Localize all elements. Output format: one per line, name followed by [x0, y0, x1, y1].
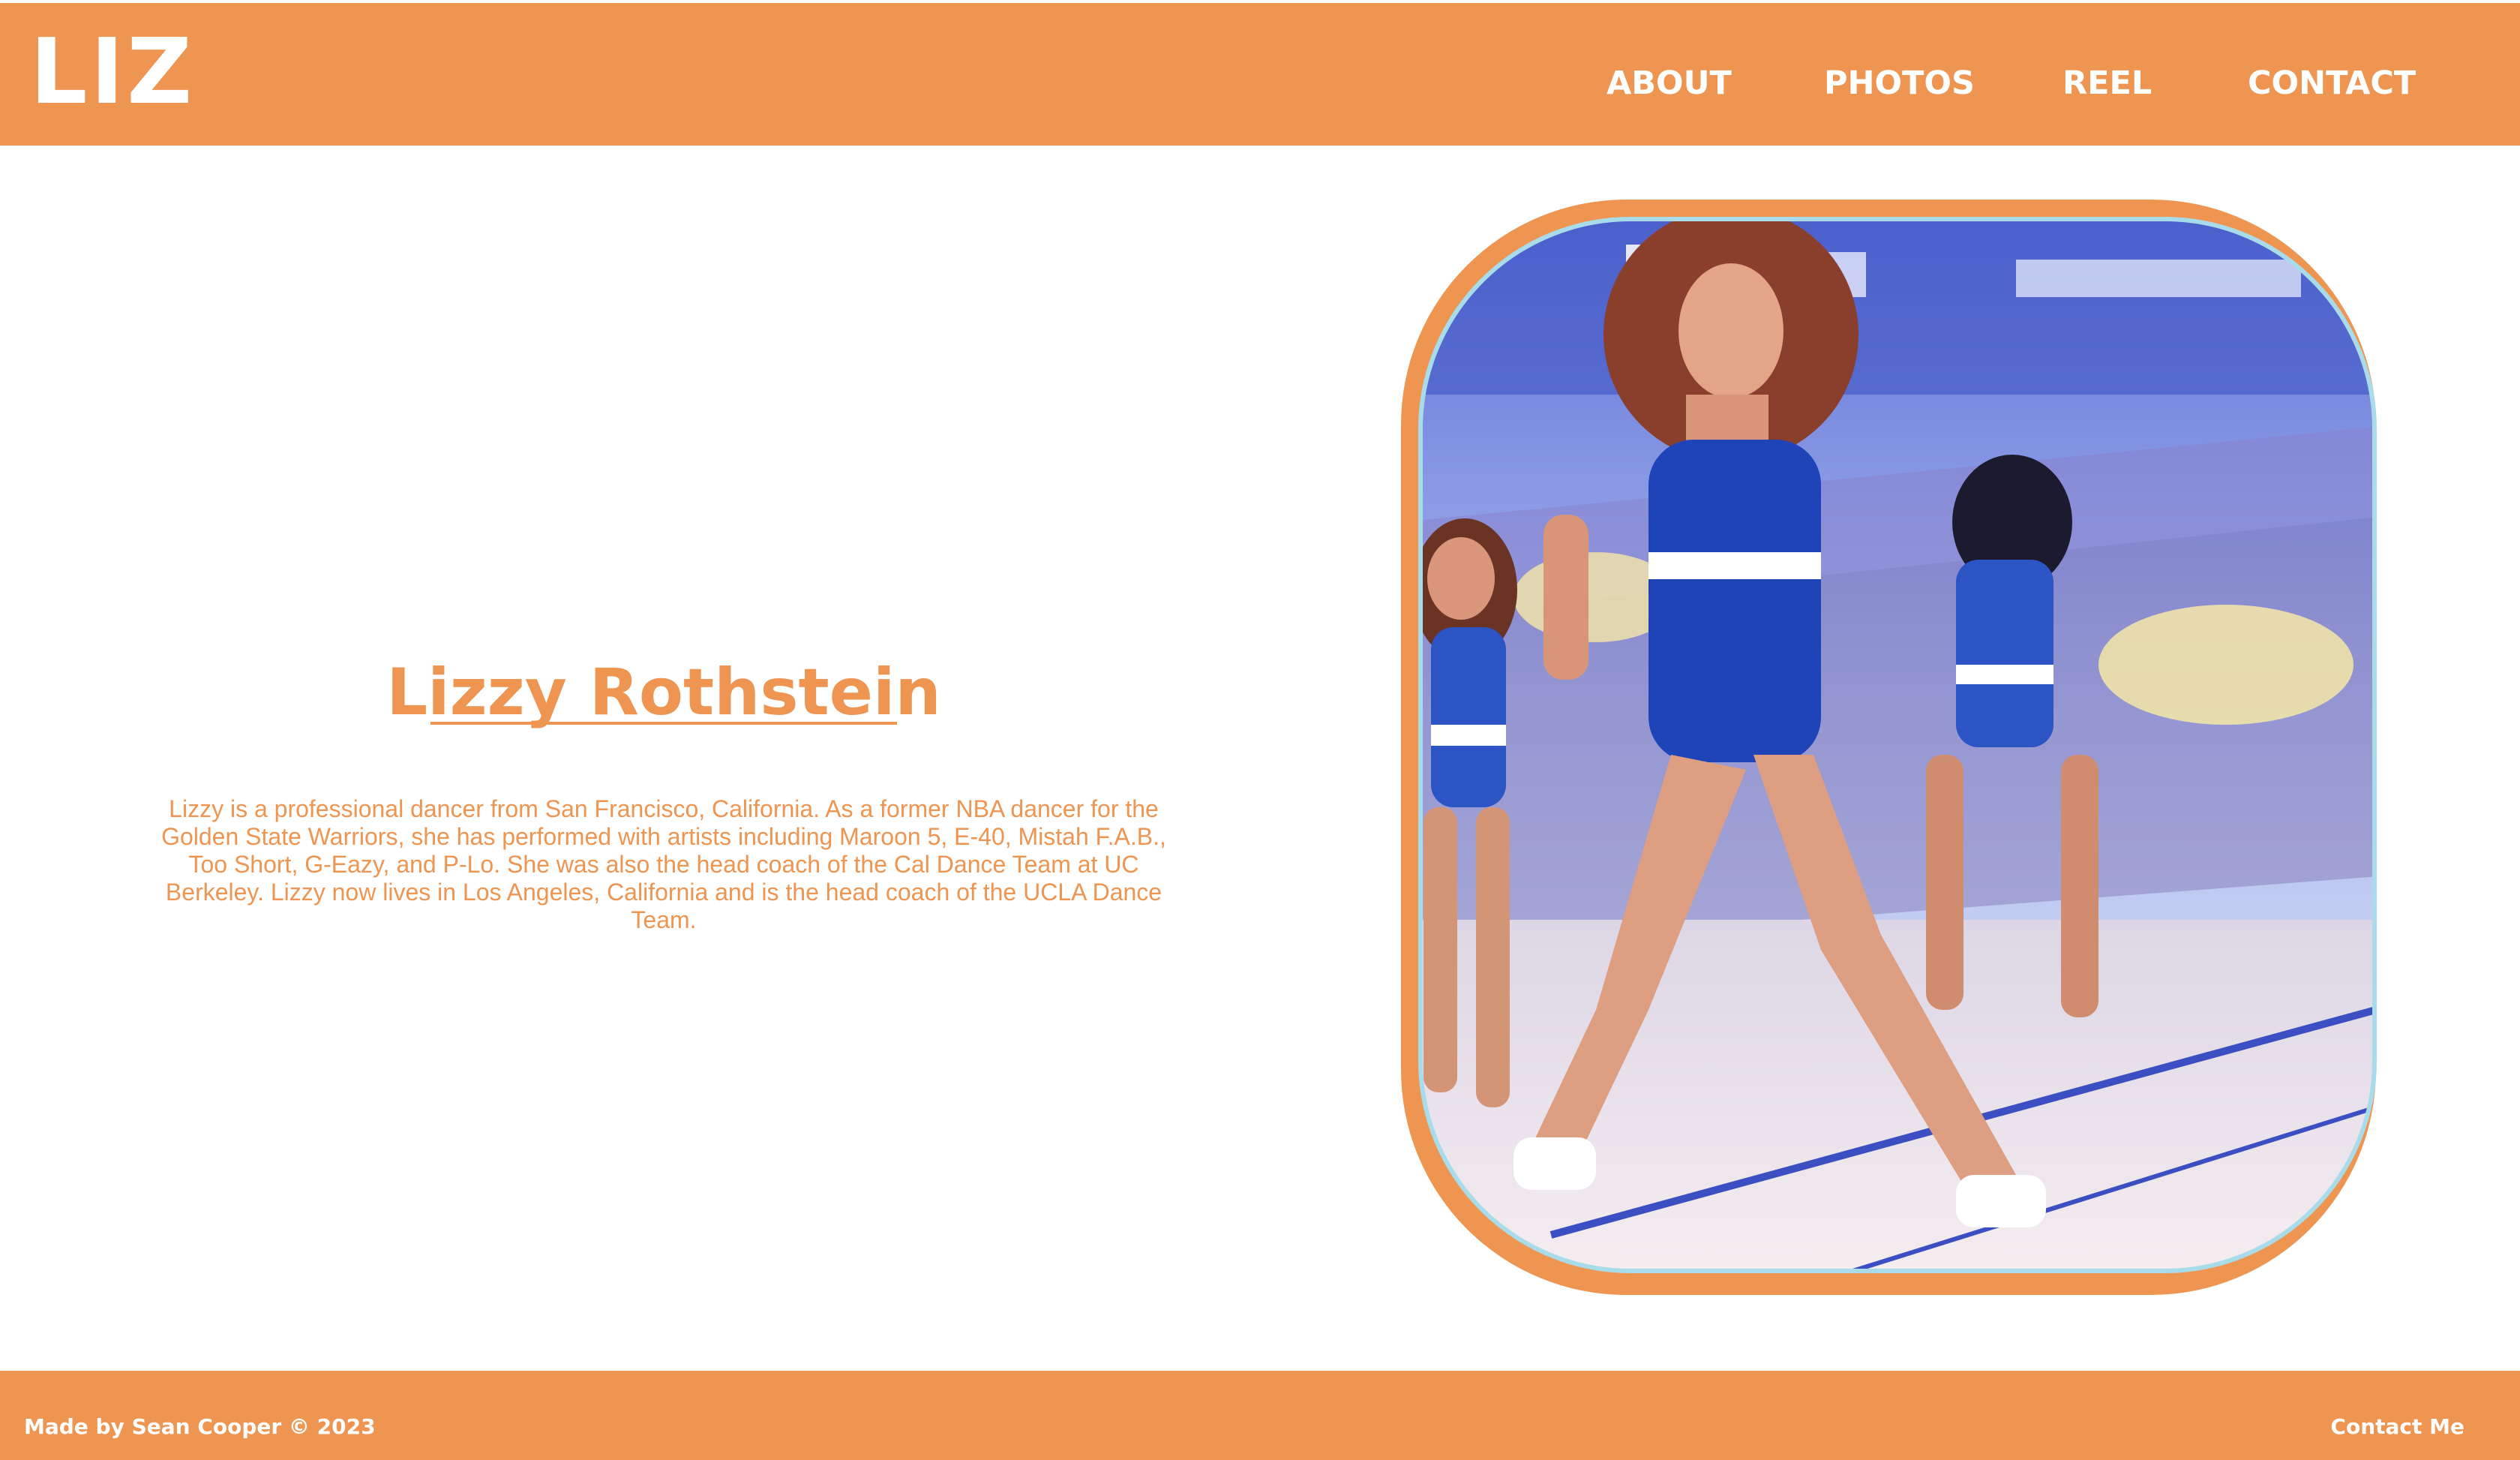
nav-photos[interactable]: PHOTOS — [1824, 65, 1975, 102]
footer-contact-link[interactable]: Contact Me — [2330, 1413, 2464, 1440]
photo-image — [1420, 219, 2374, 1271]
bio-text: Lizzy is a professional dancer from San … — [161, 795, 1166, 933]
nav-about[interactable]: ABOUT — [1606, 65, 1732, 102]
title-underline — [430, 722, 897, 725]
site-logo[interactable]: LIZ — [30, 28, 195, 118]
footer-credit: Made by Sean Cooper © 2023 — [24, 1414, 376, 1439]
footer — [0, 1371, 2520, 1460]
nav-reel[interactable]: REEL — [2062, 65, 2152, 102]
hero-photo — [1401, 200, 2377, 1295]
nav-contact[interactable]: CONTACT — [2248, 65, 2416, 102]
